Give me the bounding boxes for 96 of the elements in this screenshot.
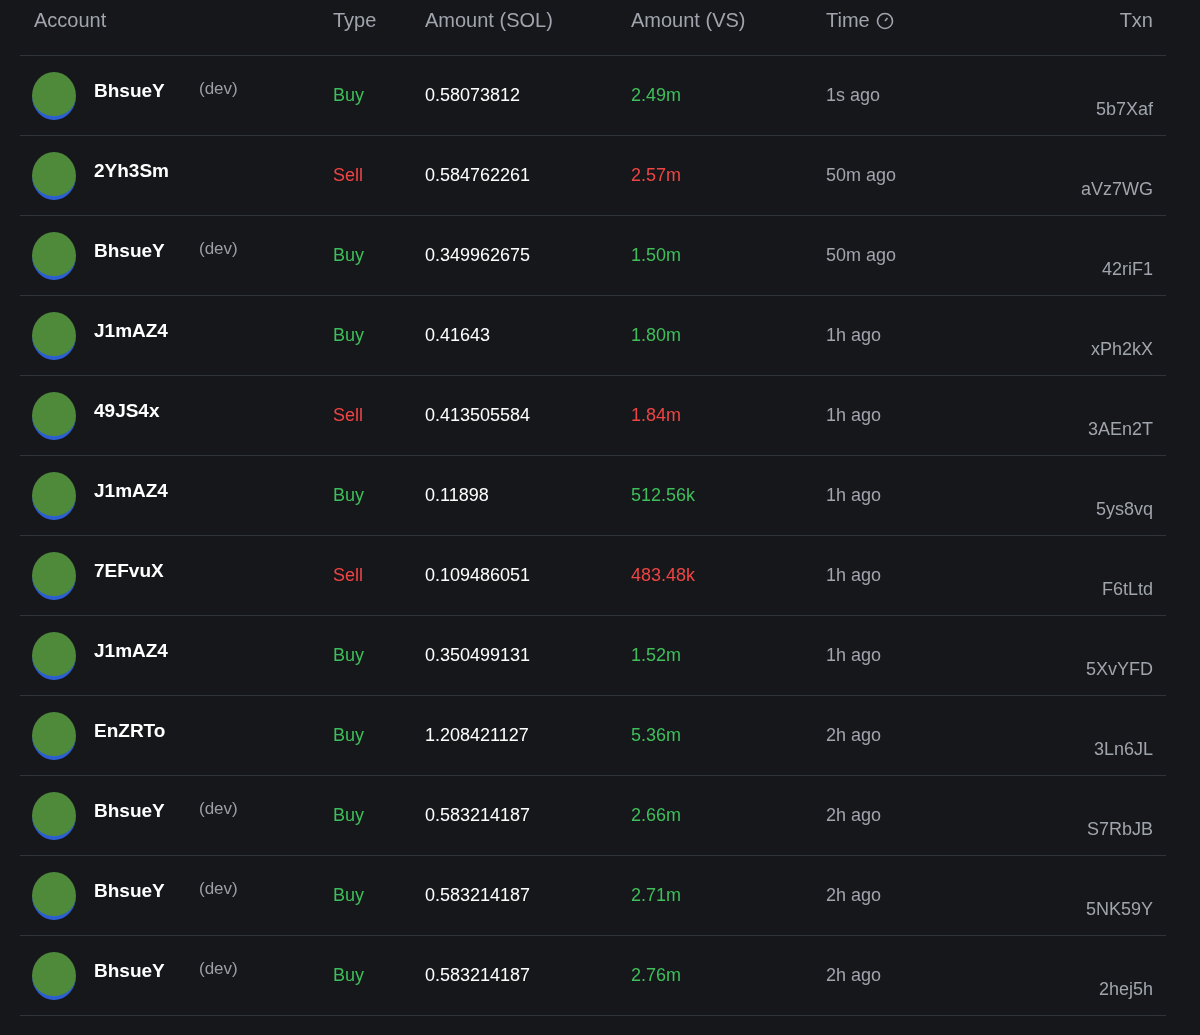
- txn-link[interactable]: 5XvYFD: [1085, 659, 1153, 680]
- txn-link[interactable]: 3AEn2T: [1087, 419, 1153, 440]
- avatar: [32, 631, 76, 680]
- txn-link[interactable]: 5ys8vq: [1095, 499, 1153, 520]
- trade-type: Buy: [333, 245, 365, 266]
- token-amount: 512.56k: [631, 485, 696, 506]
- token-amount: 483.48k: [631, 565, 696, 586]
- token-amount: 1.80m: [631, 325, 682, 346]
- account-name[interactable]: J1mAZ4: [94, 320, 199, 342]
- avatar: [32, 311, 76, 360]
- token-amount: 2.57m: [631, 165, 682, 186]
- sol-amount: 0.58073812: [425, 85, 521, 106]
- account-name[interactable]: J1mAZ4: [94, 640, 199, 662]
- token-amount: 2.76m: [631, 965, 682, 986]
- txn-link[interactable]: 3Ln6JL: [1093, 739, 1153, 760]
- time-ago: 50m ago: [826, 245, 897, 266]
- time-ago: 1h ago: [826, 325, 882, 346]
- txn-link[interactable]: aVz7WG: [1080, 179, 1153, 200]
- account-name[interactable]: J1mAZ4: [94, 480, 199, 502]
- avatar: [32, 711, 76, 760]
- token-amount: 5.36m: [631, 725, 682, 746]
- account-name[interactable]: EnZRTo: [94, 720, 199, 742]
- txn-link[interactable]: xPh2kX: [1090, 339, 1153, 360]
- token-amount: 1.52m: [631, 645, 682, 666]
- txn-link[interactable]: F6tLtd: [1101, 579, 1153, 600]
- trade-type: Sell: [333, 405, 363, 426]
- account-name[interactable]: BhsueY: [94, 240, 199, 262]
- sol-amount: 0.583214187: [425, 805, 531, 826]
- sol-amount: 0.349962675: [425, 245, 531, 266]
- time-ago: 1h ago: [826, 565, 882, 586]
- column-header: Time: [826, 9, 894, 32]
- avatar: [32, 71, 76, 120]
- dev-tag: (dev): [199, 879, 238, 899]
- dev-tag: (dev): [199, 239, 238, 259]
- account-name[interactable]: BhsueY: [94, 800, 199, 822]
- column-header: Amount (VS): [631, 9, 746, 32]
- time-ago: 1h ago: [826, 405, 882, 426]
- token-amount: 2.71m: [631, 885, 682, 906]
- txn-link[interactable]: 2hej5h: [1098, 979, 1153, 1000]
- txn-link[interactable]: 42riF1: [1101, 259, 1153, 280]
- dev-tag: (dev): [199, 799, 238, 819]
- avatar: [32, 791, 76, 840]
- dev-tag: (dev): [199, 79, 238, 99]
- avatar: [32, 951, 76, 1000]
- trade-type: Buy: [333, 885, 365, 906]
- sol-amount: 0.583214187: [425, 885, 531, 906]
- time-ago: 1s ago: [826, 85, 881, 106]
- token-amount: 2.49m: [631, 85, 682, 106]
- sol-amount: 0.11898: [425, 485, 489, 506]
- sol-amount: 0.109486051: [425, 565, 531, 586]
- sol-amount: 0.584762261: [425, 165, 531, 186]
- trade-type: Buy: [333, 485, 365, 506]
- column-header: Txn: [1119, 9, 1153, 32]
- txn-link[interactable]: 5b7Xaf: [1095, 99, 1153, 120]
- column-header: Amount (SOL): [425, 9, 553, 32]
- sol-amount: 0.413505584: [425, 405, 531, 426]
- account-name[interactable]: BhsueY: [94, 80, 199, 102]
- dev-tag: (dev): [199, 959, 238, 979]
- column-header: Type: [333, 9, 377, 32]
- trade-type: Buy: [333, 325, 365, 346]
- avatar: [32, 551, 76, 600]
- time-ago: 2h ago: [826, 885, 882, 906]
- account-name[interactable]: 2Yh3Sm: [94, 160, 199, 182]
- time-ago: 1h ago: [826, 485, 882, 506]
- trade-type: Buy: [333, 725, 365, 746]
- clock-icon: [875, 11, 894, 30]
- txn-link[interactable]: S7RbJB: [1086, 819, 1153, 840]
- avatar: [32, 151, 76, 200]
- account-name[interactable]: BhsueY: [94, 960, 199, 982]
- account-name[interactable]: 7EFvuX: [94, 560, 199, 582]
- avatar: [32, 231, 76, 280]
- account-name[interactable]: BhsueY: [94, 880, 199, 902]
- sol-amount: 0.583214187: [425, 965, 531, 986]
- time-ago: 2h ago: [826, 805, 882, 826]
- txn-link[interactable]: 5NK59Y: [1085, 899, 1153, 920]
- time-ago: 50m ago: [826, 165, 897, 186]
- avatar: [32, 391, 76, 440]
- token-amount: 2.66m: [631, 805, 682, 826]
- account-name[interactable]: 49JS4x: [94, 400, 199, 422]
- avatar: [32, 471, 76, 520]
- trade-type: Buy: [333, 805, 365, 826]
- time-ago: 1h ago: [826, 645, 882, 666]
- avatar: [32, 871, 76, 920]
- trade-type: Buy: [333, 85, 365, 106]
- token-amount: 1.84m: [631, 405, 682, 426]
- column-header: Account: [34, 9, 107, 32]
- sol-amount: 0.350499131: [425, 645, 531, 666]
- trade-type: Buy: [333, 645, 365, 666]
- trade-type: Sell: [333, 165, 363, 186]
- sol-amount: 1.208421127: [425, 725, 529, 746]
- token-amount: 1.50m: [631, 245, 682, 266]
- trade-type: Sell: [333, 565, 363, 586]
- sol-amount: 0.41643: [425, 325, 491, 346]
- time-ago: 2h ago: [826, 725, 882, 746]
- time-ago: 2h ago: [826, 965, 882, 986]
- trade-type: Buy: [333, 965, 365, 986]
